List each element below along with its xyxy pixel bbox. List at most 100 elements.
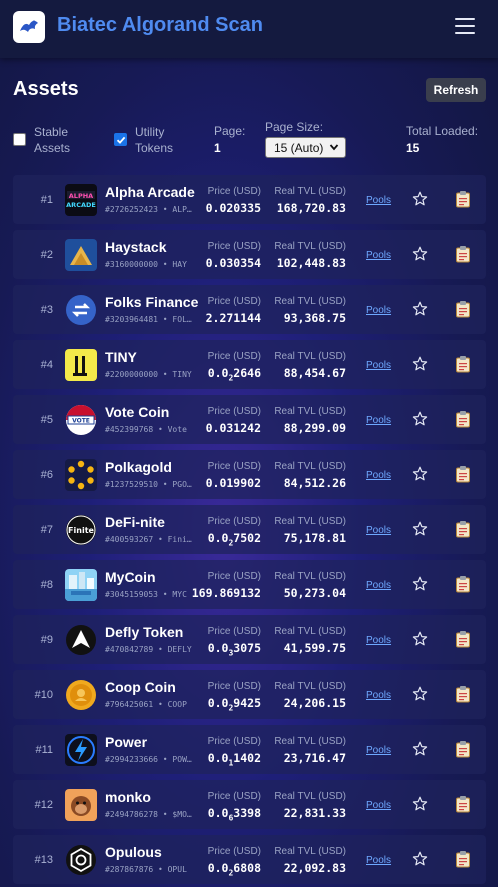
- pools-link[interactable]: Pools: [366, 250, 391, 261]
- pools-link[interactable]: Pools: [366, 305, 391, 316]
- asset-name[interactable]: DeFi-nite: [105, 514, 200, 530]
- refresh-button[interactable]: Refresh: [426, 78, 486, 102]
- asset-price: 0.033075: [207, 641, 261, 658]
- asset-name[interactable]: Coop Coin: [105, 679, 200, 695]
- asset-tvl: 75,178.81: [283, 531, 346, 545]
- asset-rank: #5: [40, 414, 53, 426]
- asset-row[interactable]: #4 TINY #2200000000 • TINY Price (USD) 0.022…: [13, 340, 486, 389]
- asset-row[interactable]: #6 Polkagold #1237529510 • PGOLD Price (USD…: [13, 450, 486, 499]
- pools-link[interactable]: Pools: [366, 745, 391, 756]
- clipboard-icon[interactable]: [455, 740, 471, 758]
- star-icon[interactable]: [412, 631, 428, 647]
- clipboard-icon[interactable]: [455, 190, 471, 208]
- pools-link[interactable]: Pools: [366, 800, 391, 811]
- hamburger-menu-icon[interactable]: [455, 17, 477, 35]
- app-title[interactable]: Biatec Algorand Scan: [57, 14, 263, 37]
- asset-row[interactable]: #5 VOTE Vote Coin #452399768 • Vote Price (U…: [13, 395, 486, 444]
- asset-row[interactable]: #1 ALPHA ARCADE Alpha Arcade #2726252423 • A…: [13, 175, 486, 224]
- price-label: Price (USD): [207, 626, 261, 637]
- stable-assets-checkbox[interactable]: [13, 133, 26, 146]
- page-size-select[interactable]: 15 (Auto): [265, 137, 346, 158]
- utility-tokens-label[interactable]: Utility Tokens: [135, 124, 173, 156]
- price-label: Price (USD): [207, 406, 261, 417]
- asset-name[interactable]: Defly Token: [105, 624, 200, 640]
- clipboard-icon[interactable]: [455, 795, 471, 813]
- asset-row[interactable]: #8 MyCoin #3045159053 • MYC Price (USD) 169.…: [13, 560, 486, 609]
- asset-tvl: 168,720.83: [276, 201, 346, 215]
- asset-id: #470842789 • DEFLY: [105, 645, 192, 654]
- clipboard-icon[interactable]: [455, 355, 471, 373]
- pools-link[interactable]: Pools: [366, 855, 391, 866]
- asset-name[interactable]: Alpha Arcade: [105, 184, 200, 200]
- asset-tvl: 41,599.75: [283, 641, 346, 655]
- total-loaded-label: Total Loaded:: [406, 124, 479, 138]
- asset-id: #287867876 • OPUL: [105, 865, 187, 874]
- asset-price: 0.029425: [207, 696, 261, 713]
- star-icon[interactable]: [412, 521, 428, 537]
- star-icon[interactable]: [412, 686, 428, 702]
- page-size-label: Page Size:: [265, 120, 324, 134]
- star-icon[interactable]: [412, 576, 428, 592]
- clipboard-icon[interactable]: [455, 850, 471, 868]
- asset-price: 2.271144: [205, 311, 261, 325]
- asset-name[interactable]: Polkagold: [105, 459, 200, 475]
- clipboard-icon[interactable]: [455, 410, 471, 428]
- star-icon[interactable]: [412, 466, 428, 482]
- biatec-logo-icon[interactable]: [13, 11, 45, 43]
- pools-link[interactable]: Pools: [366, 360, 391, 371]
- pools-link[interactable]: Pools: [366, 195, 391, 206]
- clipboard-icon[interactable]: [455, 520, 471, 538]
- utility-tokens-checkbox[interactable]: [114, 133, 127, 146]
- asset-row[interactable]: #11 Power #2994233666 • POWER Price (USD) 0.…: [13, 725, 486, 774]
- star-icon[interactable]: [412, 191, 428, 207]
- star-icon[interactable]: [412, 356, 428, 372]
- clipboard-icon[interactable]: [455, 575, 471, 593]
- asset-name[interactable]: Power: [105, 734, 200, 750]
- star-icon[interactable]: [412, 851, 428, 867]
- asset-row[interactable]: #9 Defly Token #470842789 • DEFLY Price (US…: [13, 615, 486, 664]
- price-label: Price (USD): [207, 571, 261, 582]
- pools-link[interactable]: Pools: [366, 580, 391, 591]
- asset-tvl: 24,206.15: [283, 696, 346, 710]
- pools-link[interactable]: Pools: [366, 470, 391, 481]
- tvl-label: Real TVL (USD): [274, 241, 346, 252]
- clipboard-icon[interactable]: [455, 245, 471, 263]
- asset-name[interactable]: monko: [105, 789, 200, 805]
- asset-name[interactable]: MyCoin: [105, 569, 200, 585]
- asset-name[interactable]: TINY: [105, 349, 200, 365]
- pools-link[interactable]: Pools: [366, 525, 391, 536]
- opulous-icon: [65, 844, 97, 876]
- page-label: Page:: [214, 124, 246, 138]
- asset-price: 0.027502: [207, 531, 261, 548]
- defly-token-icon: [65, 624, 97, 656]
- svg-text:ARCADE: ARCADE: [66, 201, 96, 209]
- stable-assets-label[interactable]: Stable Assets: [34, 124, 70, 156]
- star-icon[interactable]: [412, 411, 428, 427]
- asset-row[interactable]: #10 Coop Coin #796425061 • COOP Price (USD)…: [13, 670, 486, 719]
- clipboard-icon[interactable]: [455, 300, 471, 318]
- star-icon[interactable]: [412, 796, 428, 812]
- asset-name[interactable]: Folks Finance: [105, 294, 200, 310]
- star-icon[interactable]: [412, 741, 428, 757]
- asset-price: 0.019902: [205, 476, 261, 490]
- asset-row[interactable]: #7 Finite DeFi-nite #400593267 • Finite Pric…: [13, 505, 486, 554]
- pools-link[interactable]: Pools: [366, 635, 391, 646]
- clipboard-icon[interactable]: [455, 630, 471, 648]
- asset-row[interactable]: #12 monko #2494786278 • $MONKO Price (USD) 0…: [13, 780, 486, 829]
- asset-name[interactable]: Haystack: [105, 239, 200, 255]
- pools-link[interactable]: Pools: [366, 415, 391, 426]
- clipboard-icon[interactable]: [455, 685, 471, 703]
- pools-link[interactable]: Pools: [366, 690, 391, 701]
- star-icon[interactable]: [412, 301, 428, 317]
- star-icon[interactable]: [412, 246, 428, 262]
- asset-name[interactable]: Vote Coin: [105, 404, 200, 420]
- asset-row[interactable]: #2 Haystack #3160000000 • HAY Price (USD) 0.…: [13, 230, 486, 279]
- asset-id: #2994233666 • POWER: [105, 755, 195, 764]
- asset-row[interactable]: #13 Opulous #287867876 • OPUL Price (USD) 0.…: [13, 835, 486, 884]
- svg-text:Finite: Finite: [68, 526, 94, 535]
- clipboard-icon[interactable]: [455, 465, 471, 483]
- price-label: Price (USD): [207, 461, 261, 472]
- utility-label-line1: Utility: [135, 125, 165, 139]
- asset-name[interactable]: Opulous: [105, 844, 200, 860]
- asset-row[interactable]: #3 Folks Finance #3203964481 • FOLKS Price …: [13, 285, 486, 334]
